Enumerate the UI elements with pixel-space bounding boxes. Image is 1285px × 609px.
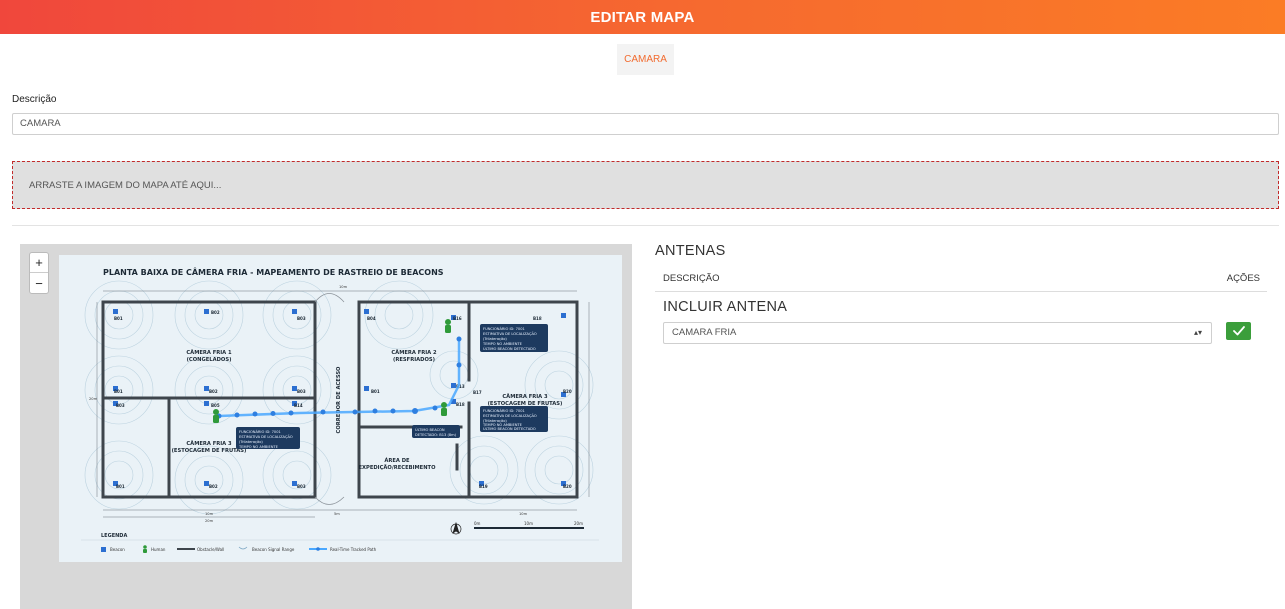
svg-text:B20: B20 [563, 389, 572, 394]
svg-text:(Trilateração): (Trilateração) [239, 440, 263, 444]
svg-text:B03: B03 [116, 403, 125, 408]
svg-text:ESTIMATIVA DE LOCALIZAÇÃO: ESTIMATIVA DE LOCALIZAÇÃO [483, 331, 537, 336]
antenna-select-value: CAMARA FRIA [672, 327, 737, 338]
svg-text:B14: B14 [294, 403, 303, 408]
room3-label-line2: (ESTOCAGEM DE FRUTAS) [172, 448, 247, 454]
svg-text:10m: 10m [519, 512, 528, 516]
svg-text:DETECTADO: B13 (8m): DETECTADO: B13 (8m) [415, 433, 457, 437]
zoom-in-button[interactable]: + [30, 253, 48, 273]
area-label-line2: EXPEDIÇÃO/RECEBIMENTO [358, 464, 436, 471]
legend-title: LEGENDA [101, 533, 127, 539]
room2-label-line2: (RESFRIADOS) [393, 357, 435, 363]
svg-text:ÚLTIMO BEACON DETECTADO: ÚLTIMO BEACON DETECTADO [483, 426, 536, 431]
zoom-out-button[interactable]: − [30, 273, 48, 293]
svg-text:ÚLTIMO BEACON: ÚLTIMO BEACON [415, 427, 445, 432]
dropzone-text: ARRASTE A IMAGEM DO MAPA ATÉ AQUI... [29, 179, 222, 191]
svg-text:5m: 5m [334, 512, 340, 516]
svg-text:TEMPO NO AMBIENTE: TEMPO NO AMBIENTE [482, 342, 523, 346]
svg-text:TEMPO NO AMBIENTE: TEMPO NO AMBIENTE [238, 445, 279, 449]
svg-text:20m: 20m [89, 397, 98, 401]
map-image-dropzone[interactable]: ARRASTE A IMAGEM DO MAPA ATÉ AQUI... [12, 161, 1279, 209]
svg-text:20m: 20m [205, 519, 214, 523]
room1-label-line1: CÂMERA FRIA 1 [186, 349, 232, 356]
svg-text:B20: B20 [563, 484, 572, 489]
room1-label-line2: (CONGELADOS) [187, 357, 232, 363]
svg-text:Human: Human [151, 547, 166, 552]
svg-text:0m: 0m [474, 521, 481, 526]
svg-text:B04: B04 [367, 316, 376, 321]
check-icon [1232, 326, 1245, 336]
svg-text:B01: B01 [114, 316, 123, 321]
room3r-label-line1: CÂMERA FRIA 3 [502, 393, 548, 400]
svg-text:10m: 10m [205, 512, 214, 516]
svg-text:(Trilateração): (Trilateração) [483, 337, 507, 341]
svg-text:ÚLTIMO BEACON DETECTADO: ÚLTIMO BEACON DETECTADO [483, 346, 536, 351]
description-label: Descrição [12, 94, 57, 105]
svg-text:B18: B18 [456, 402, 465, 407]
svg-text:B02: B02 [209, 484, 218, 489]
svg-text:B01: B01 [371, 389, 380, 394]
svg-text:FUNCIONÁRIO ID: 7001: FUNCIONÁRIO ID: 7001 [239, 429, 281, 434]
antennas-table-header: DESCRIÇÃO AÇÕES [655, 266, 1267, 292]
svg-text:FUNCIONÁRIO ID: 7001: FUNCIONÁRIO ID: 7001 [483, 408, 525, 413]
svg-text:B17: B17 [473, 390, 482, 395]
svg-text:B01: B01 [116, 484, 125, 489]
svg-text:B16: B16 [453, 316, 462, 321]
svg-text:Beacon: Beacon [110, 547, 125, 552]
antennas-title: ANTENAS [655, 243, 726, 259]
svg-text:B02: B02 [209, 389, 218, 394]
plan-title: PLANTA BAIXA DE CÂMERA FRIA - MAPEAMENTO… [103, 266, 444, 277]
svg-text:B03: B03 [297, 389, 306, 394]
page-title: EDITAR MAPA [590, 8, 695, 26]
col-description: DESCRIÇÃO [663, 273, 720, 284]
svg-text:ESTIMATIVA DE LOCALIZAÇÃO: ESTIMATIVA DE LOCALIZAÇÃO [483, 413, 537, 418]
svg-text:20m: 20m [574, 521, 583, 526]
svg-text:B02: B02 [211, 310, 220, 315]
floor-plan-image: PLANTA BAIXA DE CÂMERA FRIA - MAPEAMENTO… [59, 255, 622, 562]
zoom-control: + − [29, 252, 49, 294]
confirm-antenna-button[interactable] [1226, 322, 1251, 340]
svg-text:B03: B03 [297, 484, 306, 489]
description-input[interactable]: CAMARA [12, 113, 1279, 135]
svg-text:10m: 10m [339, 285, 348, 289]
svg-text:Real-Time Tracked Path: Real-Time Tracked Path [330, 547, 377, 552]
svg-text:Beacon Signal Range: Beacon Signal Range [252, 547, 295, 552]
svg-text:10m: 10m [524, 521, 533, 526]
tab-camara[interactable]: CAMARA [617, 44, 674, 75]
corridor-label: CORREDOR DE ACESSO [336, 366, 342, 434]
select-caret-icon: ▴▾ [1193, 328, 1202, 337]
svg-text:ESTIMATIVA DE LOCALIZAÇÃO: ESTIMATIVA DE LOCALIZAÇÃO [239, 434, 293, 439]
svg-text:B01: B01 [114, 389, 123, 394]
header-bar: EDITAR MAPA [0, 0, 1285, 34]
section-divider [12, 225, 1279, 226]
svg-text:B05: B05 [211, 403, 220, 408]
room3-label-line1: CÂMERA FRIA 3 [186, 440, 232, 447]
svg-text:Obstacle/Wall: Obstacle/Wall [197, 547, 224, 552]
area-label-line1: ÁREA DE [384, 457, 410, 464]
svg-text:FUNCIONÁRIO ID: 7001: FUNCIONÁRIO ID: 7001 [483, 326, 525, 331]
include-antenna-title: INCLUIR ANTENA [663, 299, 788, 315]
antenna-select[interactable]: CAMARA FRIA ▴▾ [663, 322, 1212, 344]
tab-label: CAMARA [624, 54, 667, 65]
svg-text:B19: B19 [479, 484, 488, 489]
svg-text:B03: B03 [297, 316, 306, 321]
room2-label-line1: CÂMERA FRIA 2 [391, 349, 437, 356]
col-actions: AÇÕES [1226, 273, 1260, 284]
svg-text:B18: B18 [533, 316, 542, 321]
